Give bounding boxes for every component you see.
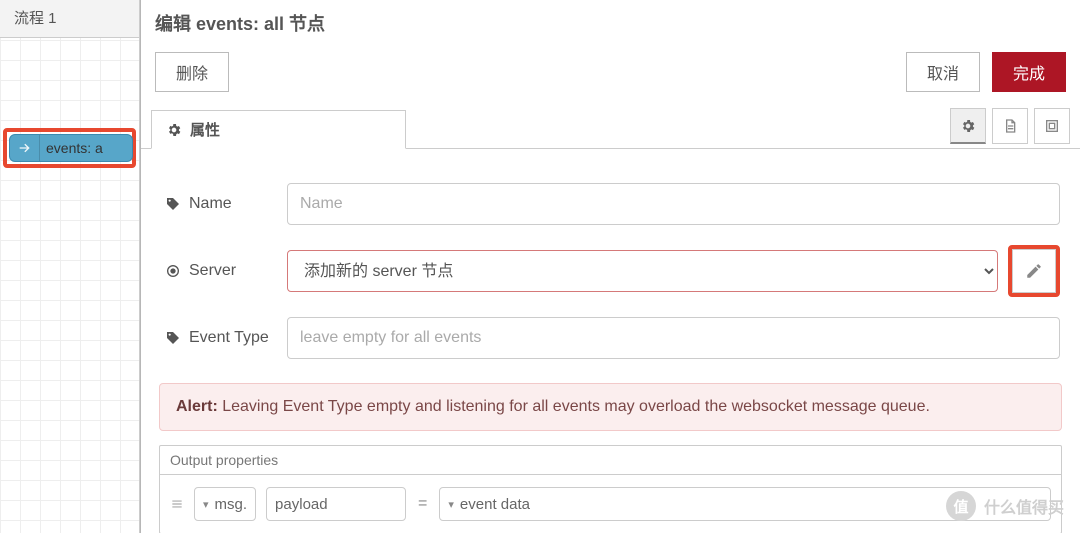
tag-icon bbox=[165, 330, 181, 346]
cancel-button[interactable]: 取消 bbox=[906, 52, 980, 92]
delete-button[interactable]: 删除 bbox=[155, 52, 229, 92]
pencil-icon bbox=[1025, 262, 1043, 280]
alert-box: Alert: Leaving Event Type empty and list… bbox=[159, 383, 1062, 431]
msg-type-select[interactable]: ▾ msg. bbox=[194, 487, 256, 521]
tab-attributes-label: 属性 bbox=[190, 119, 220, 140]
server-select[interactable]: 添加新的 server 节点 bbox=[287, 250, 998, 292]
node-events-all[interactable]: events: a bbox=[9, 134, 133, 162]
output-properties-heading: Output properties bbox=[160, 446, 1061, 475]
done-button[interactable]: 完成 bbox=[992, 52, 1066, 92]
event-type-label: Event Type bbox=[189, 329, 269, 347]
tab-attributes[interactable]: 属性 bbox=[151, 110, 406, 149]
edit-tabbar: 属性 bbox=[141, 108, 1080, 149]
edit-server-button[interactable] bbox=[1012, 249, 1056, 293]
highlight-box-edit bbox=[1008, 245, 1060, 297]
workspace-canvas[interactable]: 流程 1 events: a bbox=[0, 0, 140, 533]
appearance-icon-button[interactable] bbox=[1034, 108, 1070, 144]
alert-prefix: Alert: bbox=[176, 398, 218, 415]
highlight-box-node: events: a bbox=[3, 128, 136, 168]
flow-tab[interactable]: 流程 1 bbox=[0, 0, 139, 38]
node-label: events: a bbox=[40, 140, 103, 156]
gear-icon-button[interactable] bbox=[950, 108, 986, 144]
tag-icon bbox=[165, 196, 181, 212]
equals-sign: = bbox=[416, 495, 429, 513]
caret-down-icon: ▾ bbox=[448, 498, 454, 511]
drag-handle-icon[interactable] bbox=[170, 497, 184, 511]
alert-text: Leaving Event Type empty and listening f… bbox=[218, 398, 930, 415]
name-label: Name bbox=[189, 195, 232, 213]
event-type-input[interactable] bbox=[287, 317, 1060, 359]
value-type-select[interactable]: ▾ event data bbox=[439, 487, 1051, 521]
msg-key-input[interactable] bbox=[266, 487, 406, 521]
caret-down-icon: ▾ bbox=[203, 498, 209, 511]
panel-actions: 删除 取消 完成 bbox=[141, 44, 1080, 108]
name-input[interactable] bbox=[287, 183, 1060, 225]
output-properties: Output properties ▾ msg. = ▾ event data bbox=[159, 445, 1062, 533]
output-property-row: ▾ msg. = ▾ event data bbox=[160, 475, 1061, 533]
edit-panel: 编辑 events: all 节点 删除 取消 完成 属性 bbox=[140, 0, 1080, 533]
target-icon bbox=[165, 263, 181, 279]
panel-title: 编辑 events: all 节点 bbox=[141, 0, 1080, 44]
gear-icon bbox=[166, 122, 182, 138]
server-label: Server bbox=[189, 262, 236, 280]
document-icon-button[interactable] bbox=[992, 108, 1028, 144]
arrow-right-icon bbox=[10, 135, 40, 161]
form-body: Name Server 添加新的 server 节点 bbox=[141, 149, 1080, 533]
